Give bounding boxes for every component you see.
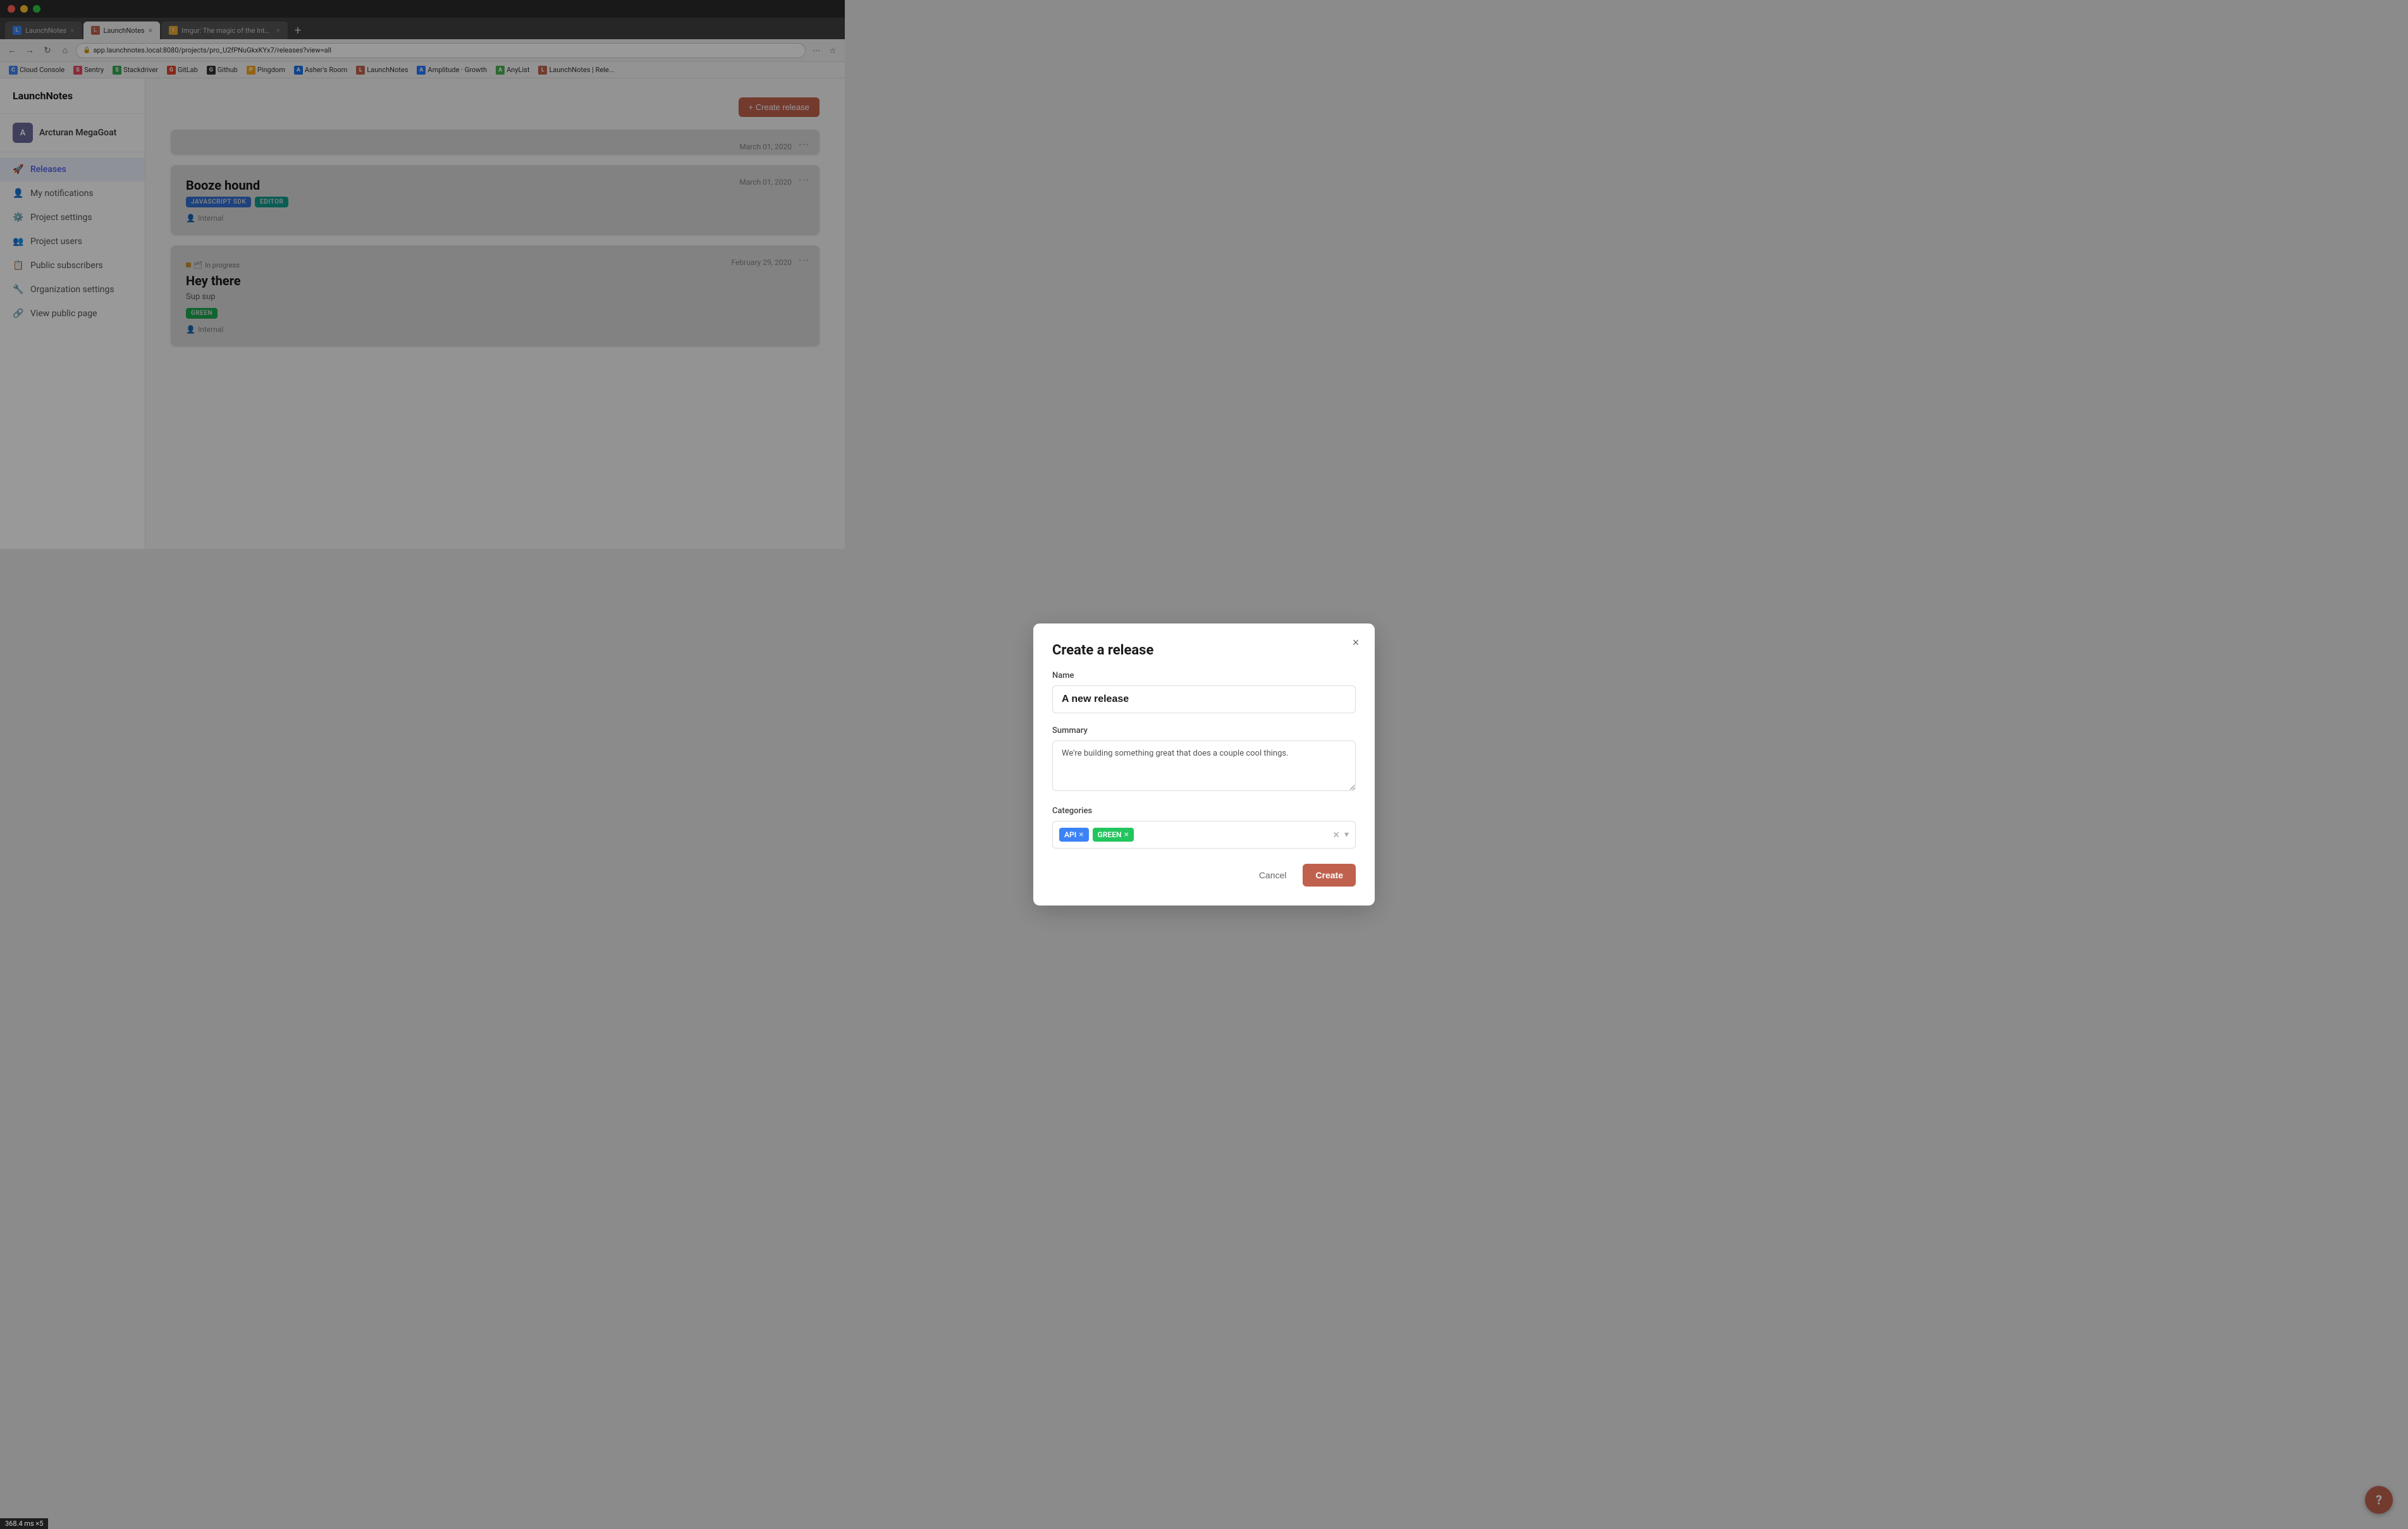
categories-label: Categories [1052,806,1356,816]
category-tag-api: API × [1059,828,1089,842]
category-tag-green: GREEN × [1093,828,1134,842]
categories-field-group: Categories API × GREEN × × ▾ [1052,806,1356,849]
category-green-label: GREEN [1098,830,1122,839]
create-button[interactable]: Create [1303,864,1356,887]
devtools-bar: 368.4 ms ×5 [0,1518,48,1529]
modal-title: Create a release [1052,642,1356,658]
modal-close-button[interactable]: × [1347,634,1365,651]
modal-overlay[interactable]: Create a release × Name Summary We're bu… [0,0,2408,1529]
category-api-remove[interactable]: × [1079,830,1083,840]
cancel-button[interactable]: Cancel [1249,864,1297,887]
category-green-remove[interactable]: × [1124,830,1128,840]
categories-input-area[interactable]: API × GREEN × × ▾ [1052,821,1356,849]
modal-footer: Cancel Create [1052,864,1356,887]
summary-input[interactable]: We're building something great that does… [1052,740,1356,791]
summary-label: Summary [1052,726,1356,735]
categories-chevron-icon[interactable]: ▾ [1344,830,1349,840]
category-api-label: API [1064,830,1076,839]
categories-clear-button[interactable]: × [1333,828,1339,842]
name-input[interactable] [1052,685,1356,713]
create-release-modal: Create a release × Name Summary We're bu… [1033,623,1375,906]
categories-actions: × ▾ [1333,828,1349,842]
name-label: Name [1052,671,1356,680]
summary-field-group: Summary We're building something great t… [1052,726,1356,794]
name-field-group: Name [1052,671,1356,713]
